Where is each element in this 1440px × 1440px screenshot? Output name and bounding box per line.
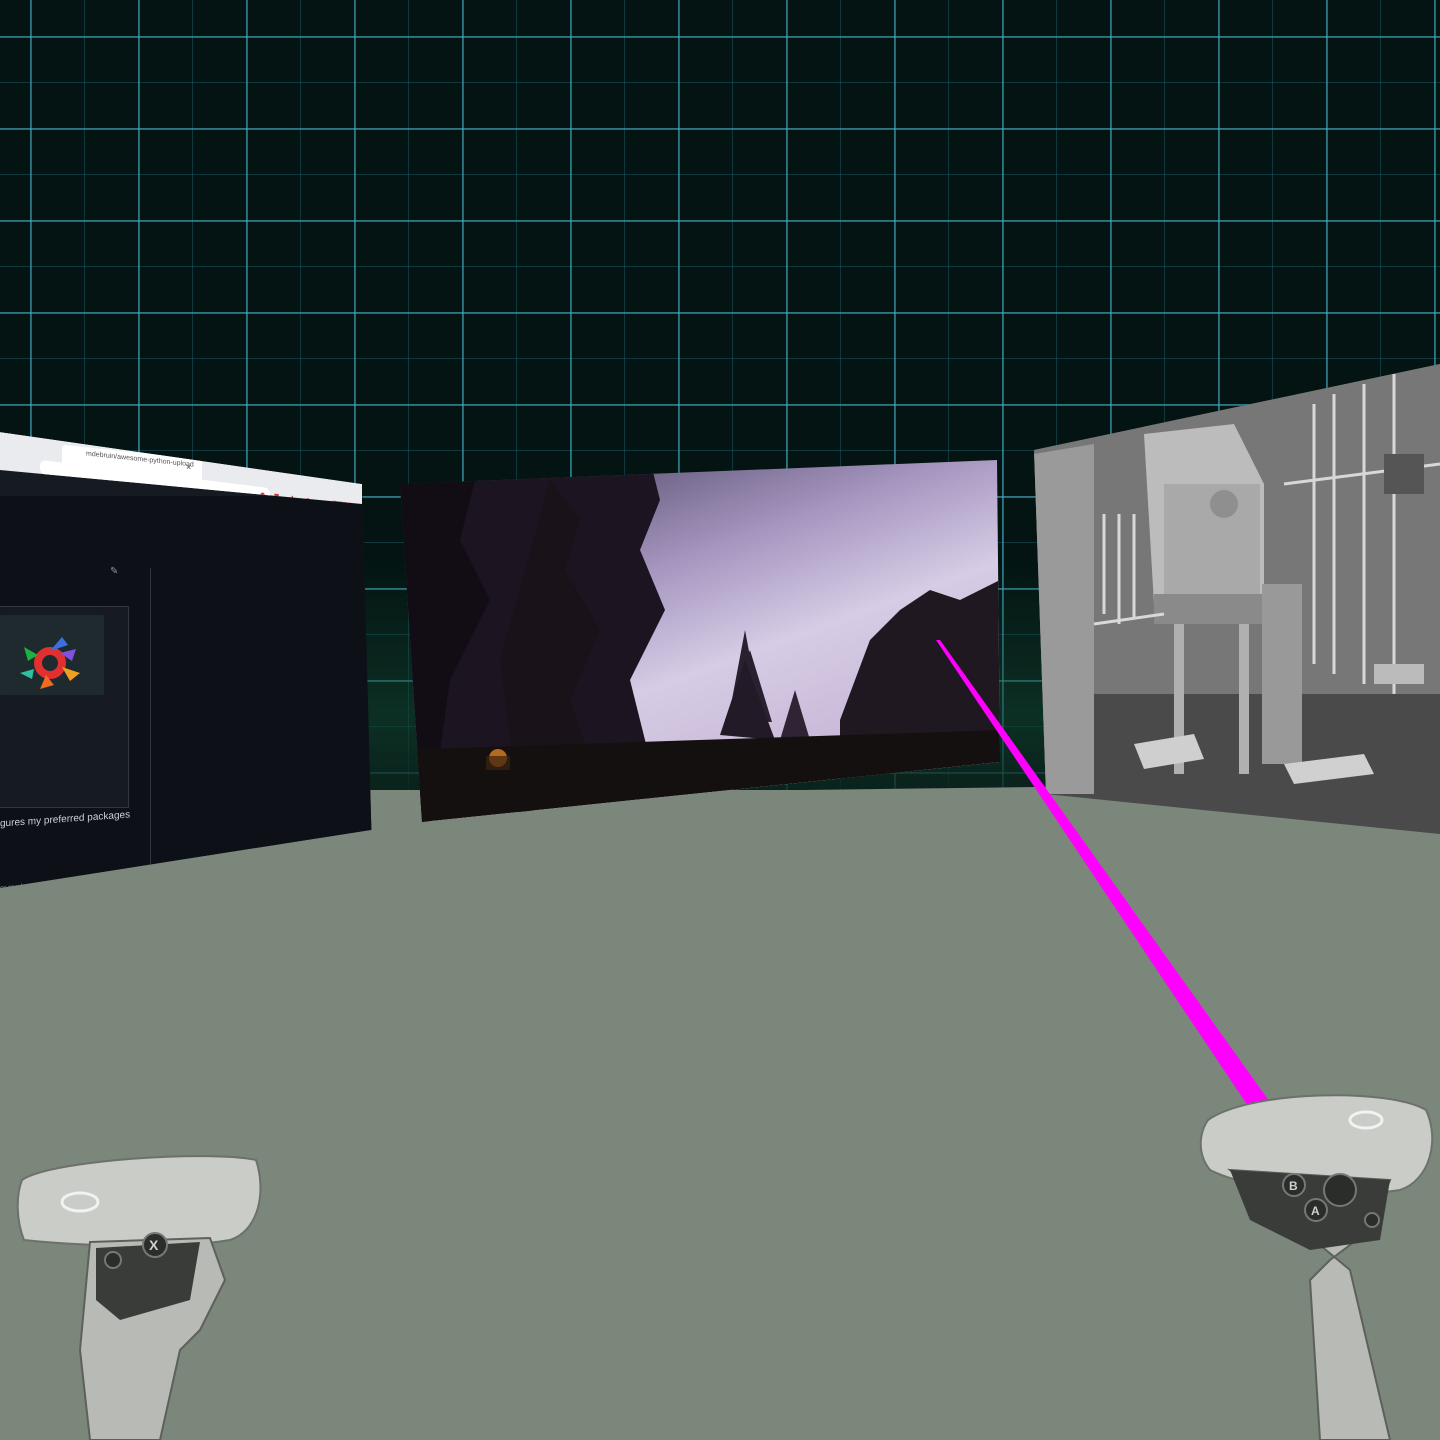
x-button-label: X bbox=[149, 1237, 159, 1253]
browser-window[interactable]: ✎ gures my preferred packages readme mde… bbox=[0, 432, 383, 888]
right-controller: B A bbox=[1199, 1094, 1434, 1440]
forest-photo-panel[interactable] bbox=[400, 460, 1000, 822]
b-button-label: B bbox=[1289, 1179, 1298, 1193]
edit-icon[interactable]: ✎ bbox=[110, 566, 118, 577]
tree-silhouettes bbox=[400, 460, 1000, 822]
browser-panel[interactable]: ✎ gures my preferred packages readme mde… bbox=[0, 432, 383, 888]
repo-card[interactable] bbox=[0, 606, 129, 808]
repo-preview-image bbox=[0, 615, 104, 695]
github-page[interactable]: ✎ gures my preferred packages readme bbox=[0, 496, 383, 888]
a-button-label: A bbox=[1311, 1204, 1320, 1218]
close-tab-icon[interactable]: × bbox=[186, 462, 191, 473]
left-controller: X bbox=[16, 1155, 262, 1440]
vr-home-scene: ✎ gures my preferred packages readme mde… bbox=[0, 0, 1440, 1440]
thumbstick[interactable] bbox=[1323, 1173, 1357, 1207]
repo-description: gures my preferred packages bbox=[0, 809, 131, 830]
colorful-logo-icon bbox=[20, 637, 80, 689]
page-divider bbox=[150, 568, 151, 888]
